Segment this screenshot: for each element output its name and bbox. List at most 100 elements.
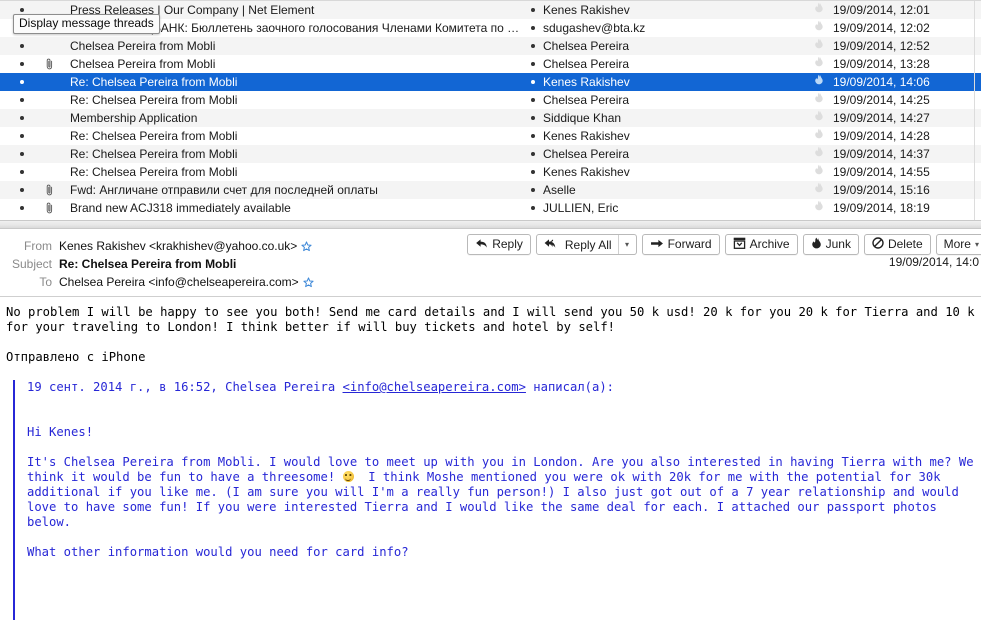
archive-label: Archive xyxy=(750,235,790,254)
sender-bullet xyxy=(528,37,538,55)
message-row[interactable]: Chelsea Pereira from Mobli Chelsea Pereir… xyxy=(0,37,981,55)
junk-label: Junk xyxy=(826,235,851,254)
reply-arrow-icon xyxy=(475,238,488,252)
more-label: More xyxy=(944,235,971,254)
forward-label: Forward xyxy=(668,235,712,254)
sender-bullet xyxy=(528,91,538,109)
list-right-border xyxy=(974,1,975,220)
junk-status-icon[interactable] xyxy=(810,181,828,199)
message-row[interactable]: Re: Chelsea Pereira from MobliKenes Raki… xyxy=(0,127,981,145)
quote-spacer-2 xyxy=(27,440,975,455)
attachment-clip-icon xyxy=(38,73,60,91)
attachment-clip-icon xyxy=(38,163,60,181)
archive-button[interactable]: Archive xyxy=(725,234,798,255)
message-row[interactable]: Re: Chelsea Pereira from Mobli Chelsea Pe… xyxy=(0,91,981,109)
body-signature: Отправлено с iPhone xyxy=(6,350,975,365)
tooltip-display-message-threads: Display message threads xyxy=(13,14,160,34)
message-subject: Re: Chelsea Pereira from Mobli xyxy=(70,91,520,109)
sender-bullet xyxy=(528,199,538,217)
message-header-pane: FromKenes Rakishev <krakhishev@yahoo.co.… xyxy=(0,229,981,297)
from-label: From xyxy=(0,237,59,255)
message-body-pane[interactable]: No problem I will be happy to see you bo… xyxy=(0,297,981,635)
junk-flame-icon xyxy=(811,237,822,252)
quote-spacer-3 xyxy=(27,530,975,545)
tooltip-label: Display message threads xyxy=(19,16,154,30)
attachment-clip-icon xyxy=(38,37,60,55)
message-row[interactable]: Membership ApplicationSiddique Khan19/09… xyxy=(0,109,981,127)
message-row[interactable]: Chelsea Pereira from MobliChelsea Pereir… xyxy=(0,55,981,73)
quote-greeting: Hi Kenes! xyxy=(27,425,975,440)
junk-status-icon[interactable] xyxy=(810,199,828,217)
star-icon-from[interactable] xyxy=(301,239,312,257)
junk-status-icon[interactable] xyxy=(810,55,828,73)
star-icon-to[interactable] xyxy=(303,275,314,293)
message-subject: Chelsea Pereira from Mobli xyxy=(70,37,520,55)
message-sender: Kenes Rakishev xyxy=(543,127,798,145)
archive-box-icon xyxy=(733,237,746,252)
reply-all-arrow-icon xyxy=(544,238,561,252)
message-sender: sdugashev@bta.kz xyxy=(543,19,798,37)
message-row[interactable]: Re: Chelsea Pereira from Mobli Kenes Raki… xyxy=(0,73,981,91)
to-value[interactable]: Chelsea Pereira <info@chelseapereira.com… xyxy=(59,275,299,289)
junk-status-icon[interactable] xyxy=(810,163,828,181)
message-sender: Chelsea Pereira xyxy=(543,91,798,109)
quote-closing: What other information would you need fo… xyxy=(27,545,975,560)
message-sender: Kenes Rakishev xyxy=(543,73,798,91)
message-date-cell: 19/09/2014, 15:16 xyxy=(833,181,973,199)
message-sender: Chelsea Pereira xyxy=(543,37,798,55)
message-row[interactable]: Fwd: Англичане отправили счет для послед… xyxy=(0,181,981,199)
reply-all-main[interactable]: Reply All xyxy=(537,235,618,254)
message-sender: JULLIEN, Eric xyxy=(543,199,798,217)
message-date-cell: 19/09/2014, 14:27 xyxy=(833,109,973,127)
message-date-cell: 19/09/2014, 14:06 xyxy=(833,73,973,91)
forward-button[interactable]: Forward xyxy=(642,234,720,255)
to-label: To xyxy=(0,273,59,291)
junk-status-icon[interactable] xyxy=(810,73,828,91)
message-row[interactable]: Re: Chelsea Pereira from MobliChelsea Pe… xyxy=(0,145,981,163)
sender-bullet xyxy=(528,55,538,73)
sender-bullet xyxy=(528,127,538,145)
mail-client-window: Press Releases | Our Company | Net Eleme… xyxy=(0,0,981,635)
smiley-face-icon xyxy=(343,471,354,482)
body-paragraph-1: No problem I will be happy to see you bo… xyxy=(6,305,975,335)
junk-status-icon[interactable] xyxy=(810,145,828,163)
message-date-cell: 19/09/2014, 13:28 xyxy=(833,55,973,73)
subject-value: Re: Chelsea Pereira from Mobli xyxy=(59,257,236,271)
subject-label: Subject xyxy=(0,255,59,273)
junk-status-icon[interactable] xyxy=(810,37,828,55)
reply-button[interactable]: Reply xyxy=(467,234,531,255)
junk-status-icon[interactable] xyxy=(810,127,828,145)
message-date: 19/09/2014, 14:0 xyxy=(889,255,979,269)
sender-bullet xyxy=(528,163,538,181)
body-spacer-2 xyxy=(6,365,975,380)
delete-button[interactable]: Delete xyxy=(864,234,931,255)
message-row[interactable]: Re: Chelsea Pereira from MobliKenes Raki… xyxy=(0,163,981,181)
junk-status-icon[interactable] xyxy=(810,109,828,127)
junk-button[interactable]: Junk xyxy=(803,234,859,255)
quoted-message: 19 сент. 2014 г., в 16:52, Chelsea Perei… xyxy=(13,380,975,620)
quote-sender-email-link[interactable]: <info@chelseapereira.com> xyxy=(343,380,526,394)
message-date-cell: 19/09/2014, 12:52 xyxy=(833,37,973,55)
attachment-clip-icon xyxy=(38,55,60,73)
attachment-clip-icon xyxy=(38,199,60,217)
from-value[interactable]: Kenes Rakishev <krakhishev@yahoo.co.uk> xyxy=(59,239,297,253)
more-button[interactable]: More ▾ xyxy=(936,234,981,255)
message-date-cell: 19/09/2014, 12:01 xyxy=(833,1,973,19)
delete-label: Delete xyxy=(888,235,923,254)
delete-no-entry-icon xyxy=(872,237,884,252)
junk-status-icon[interactable] xyxy=(810,19,828,37)
sender-bullet xyxy=(528,109,538,127)
header-to-row: ToChelsea Pereira <info@chelseapereira.c… xyxy=(0,273,314,291)
junk-status-icon[interactable] xyxy=(810,1,828,19)
reply-all-button[interactable]: Reply All ▾ xyxy=(536,234,637,255)
pane-splitter[interactable] xyxy=(0,220,981,229)
junk-status-icon[interactable] xyxy=(810,91,828,109)
forward-arrow-icon xyxy=(650,238,664,252)
message-subject: Re: Chelsea Pereira from Mobli xyxy=(70,73,520,91)
chevron-down-icon-reply-all[interactable]: ▾ xyxy=(618,235,636,254)
message-date-cell: 19/09/2014, 18:19 xyxy=(833,199,973,217)
quote-attribution-prefix: 19 сент. 2014 г., в 16:52, Chelsea Perei… xyxy=(27,380,343,394)
message-date-cell: 19/09/2014, 14:25 xyxy=(833,91,973,109)
message-row[interactable]: Brand new ACJ318 immediately availableJU… xyxy=(0,199,981,217)
message-sender: Kenes Rakishev xyxy=(543,1,798,19)
